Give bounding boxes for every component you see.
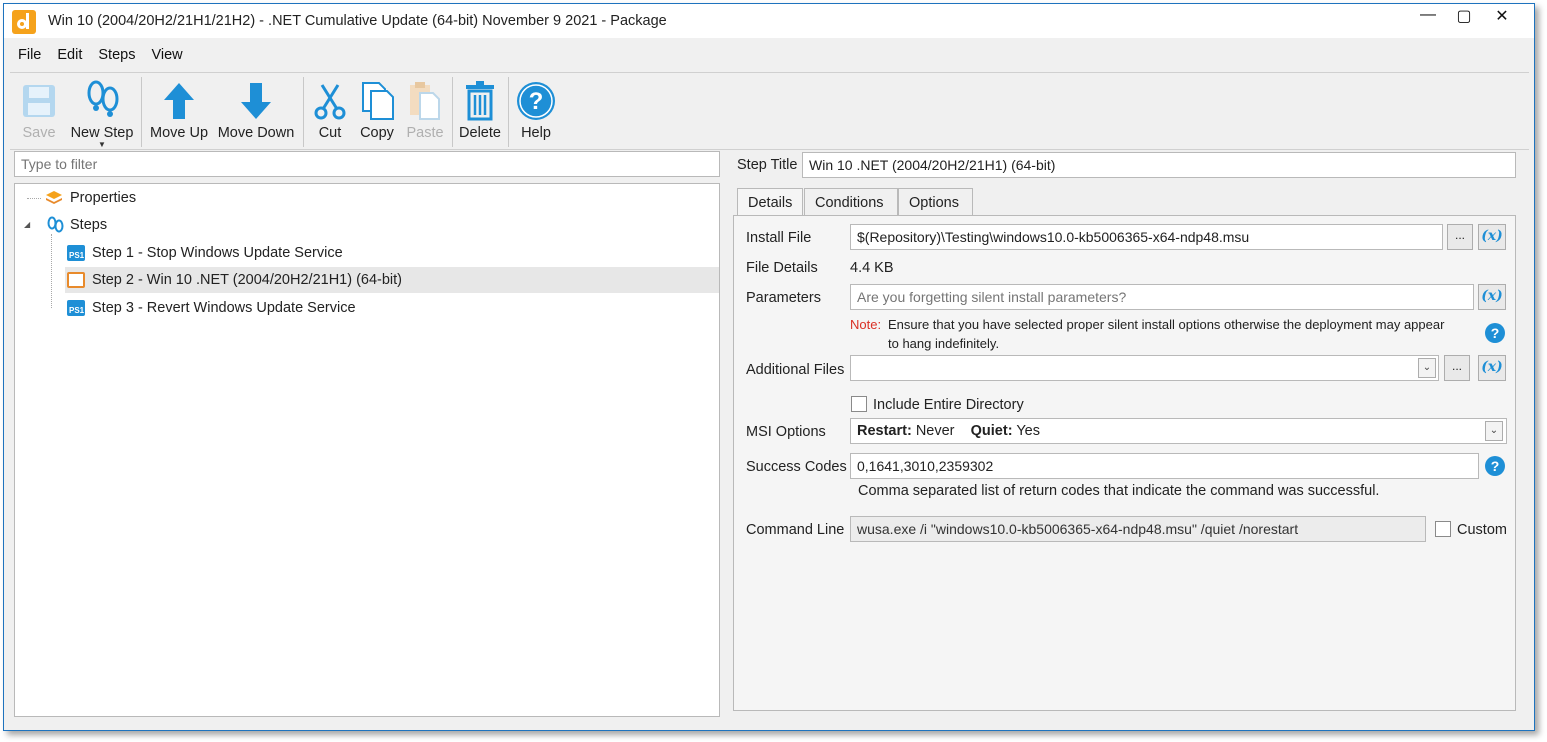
save-button[interactable]: Save [16,73,62,149]
clipboard-icon [402,73,448,125]
copy-button[interactable]: Copy [356,73,398,149]
chevron-down-icon[interactable]: ⌄ [1418,358,1436,378]
success-codes-input[interactable]: 0,1641,3010,2359302 [850,453,1479,479]
scissors-icon [307,73,353,125]
parameters-input[interactable] [850,284,1474,310]
collapse-triangle-icon: ◢ [24,220,31,229]
properties-icon [46,191,62,204]
msi-options-dropdown[interactable]: Restart: Never Quiet: Yes [850,418,1507,444]
copy-icon [354,73,400,125]
tab-details[interactable]: Details [737,188,803,217]
close-button[interactable]: ✕ [1482,6,1522,30]
parameters-label: Parameters [746,290,821,306]
step-title-input[interactable]: Win 10 .NET (2004/20H2/21H1) (64-bit) [802,152,1516,178]
menu-file[interactable]: File [10,47,49,63]
browse-install-file-button[interactable]: ... [1447,224,1473,250]
browse-additional-files-button[interactable]: ... [1444,355,1470,381]
separator [141,77,142,147]
tree-node-step[interactable]: PS1 Step 3 - Revert Windows Update Servi… [67,295,667,321]
tab-conditions[interactable]: Conditions [804,188,898,216]
powershell-icon: PS1 [67,245,85,261]
arrow-up-icon [156,73,202,125]
installer-icon [67,272,85,288]
additional-files-label: Additional Files [746,362,845,378]
variable-parameters-button[interactable]: (x) [1478,284,1506,310]
tab-options[interactable]: Options [898,188,973,216]
title-bar: Win 10 (2004/20H2/21H1/21H2) - .NET Cumu… [4,4,1534,38]
file-details-label: File Details [746,260,818,276]
custom-label: Custom [1457,522,1507,538]
toolbar: Save New Step ▼ Move Up Move Down Cut Co… [10,72,1529,150]
tree-node-step-selected[interactable]: Step 2 - Win 10 .NET (2004/20H2/21H1) (6… [65,267,719,293]
note-text-continued: to hang indefinitely. [888,336,1000,351]
additional-files-dropdown[interactable] [850,355,1439,381]
delete-button[interactable]: Delete [457,73,503,149]
menu-view[interactable]: View [143,47,190,63]
file-details-value: 4.4 KB [850,260,894,276]
separator [303,77,304,147]
custom-checkbox[interactable] [1435,521,1451,537]
tree-line [51,234,52,308]
save-icon [16,73,62,125]
chevron-down-icon[interactable]: ⌄ [1485,421,1503,441]
variable-install-file-button[interactable]: (x) [1478,224,1506,250]
chevron-down-icon: ▼ [98,140,106,149]
msi-options-label: MSI Options [746,424,826,440]
tree-node-steps[interactable]: Steps [45,212,107,238]
install-file-input[interactable]: $(Repository)\Testing\windows10.0-kb5006… [850,224,1443,250]
note-label: Note: [850,317,882,332]
menu-bar: File Edit Steps View [10,40,1529,70]
help-icon[interactable]: ? [1485,456,1505,476]
filter-input[interactable] [14,151,720,177]
move-down-button[interactable]: Move Down [215,73,297,149]
minimize-button[interactable]: — [1408,6,1448,30]
success-codes-label: Success Codes [746,459,847,475]
include-directory-label: Include Entire Directory [873,397,1024,413]
step-title-label: Step Title [737,157,798,173]
include-directory-checkbox[interactable] [851,396,867,412]
note-text: Ensure that you have selected proper sil… [888,317,1445,332]
app-logo-icon [12,10,36,34]
move-up-button[interactable]: Move Up [147,73,211,149]
steps-tree[interactable]: Properties ◢ Steps PS1 Step 1 - Stop Win… [14,183,720,717]
command-line-input[interactable]: wusa.exe /i "windows10.0-kb5006365-x64-n… [850,516,1426,542]
menu-steps[interactable]: Steps [90,47,143,63]
success-codes-hint: Comma separated list of return codes tha… [858,483,1380,499]
tree-node-step[interactable]: PS1 Step 1 - Stop Windows Update Service [67,240,667,266]
window-title: Win 10 (2004/20H2/21H1/21H2) - .NET Cumu… [48,13,667,29]
paste-button[interactable]: Paste [404,73,446,149]
help-icon[interactable]: ? [1485,323,1505,343]
command-line-label: Command Line [746,522,845,538]
cut-button[interactable]: Cut [309,73,351,149]
separator [452,77,453,147]
help-icon: ? [513,73,559,125]
install-file-label: Install File [746,230,812,246]
menu-edit[interactable]: Edit [49,47,90,63]
variable-additional-files-button[interactable]: (x) [1478,355,1506,381]
footsteps-icon [47,216,64,233]
separator [508,77,509,147]
tree-node-properties[interactable]: Properties [45,185,136,211]
footsteps-icon [79,73,125,125]
svg-text:?: ? [529,88,544,115]
maximize-button[interactable]: ▢ [1444,6,1484,30]
help-button[interactable]: ? Help [513,73,559,149]
new-step-button[interactable]: New Step ▼ [62,73,142,149]
trash-icon [457,73,503,125]
powershell-icon: PS1 [67,300,85,316]
arrow-down-icon [233,73,279,125]
tree-line [27,198,41,199]
